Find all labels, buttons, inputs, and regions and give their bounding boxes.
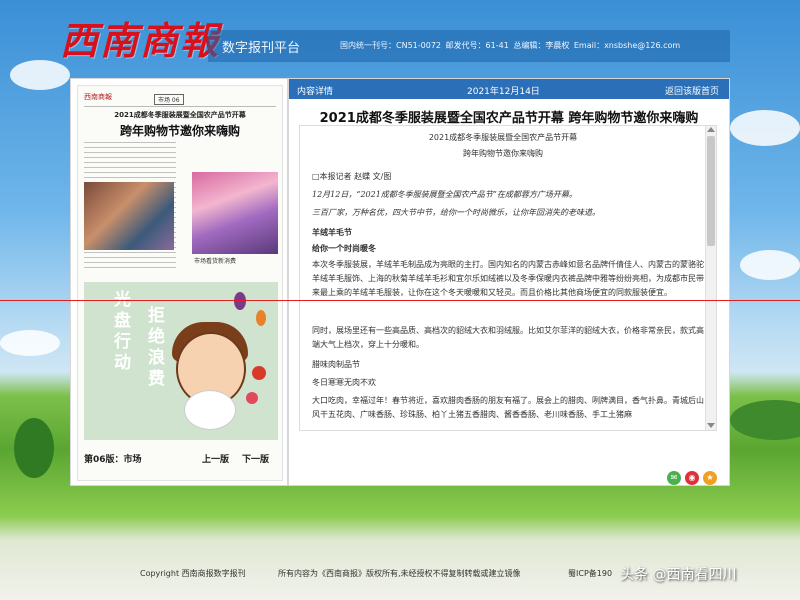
- paper-logo: 西南商報: [84, 93, 112, 101]
- eggplant-icon: [234, 292, 246, 310]
- page-label: 第06版：市场: [84, 455, 142, 465]
- ad-slogan-2: 拒绝浪费: [144, 306, 164, 390]
- weibo-icon[interactable]: ◉: [685, 471, 699, 485]
- article-paragraph: 12月12日，“2021成都冬季服装展暨全国农产品节”在成都蓉方广场开幕。: [312, 190, 577, 199]
- footer-rights: 所有内容为《西南商报》版权所有,未经授权不得复制转载或建立镜像: [278, 569, 521, 578]
- article-paragraph: 三百厂家，万种名优，四大节中节，给你一个时尚微乐，让你年回消失的老味道。: [312, 208, 600, 217]
- plate-icon: [184, 390, 236, 430]
- article-panel: 内容详情 2021年12月14日 返回该版首页 2021成都冬季服装展暨全国农产…: [288, 78, 730, 486]
- paper-section: 市场 06: [154, 94, 184, 105]
- scroll-down-arrow-icon[interactable]: [707, 423, 715, 428]
- paper-masthead: 西南商報 市场 06: [84, 92, 276, 107]
- carrot-icon: [256, 310, 266, 326]
- newspaper-panel: 西南商報 市场 06 2021成都冬季服装展暨全国农产品节开幕 跨年购物节邀你来…: [70, 78, 288, 486]
- tab-content-detail[interactable]: 内容详情: [297, 84, 333, 97]
- scroll-up-arrow-icon[interactable]: [707, 127, 715, 132]
- article-paragraph: 本次冬季服装展，羊绒羊毛制品成为亮眼的主打。国内知名的内蒙古赤峰如意名品牌仟倩佳…: [312, 260, 704, 297]
- back-to-page-link[interactable]: 返回该版首页: [665, 84, 719, 97]
- article-section-heading: 腊味肉制品节: [312, 360, 360, 369]
- article-section-heading: 冬日寒寒无肉不欢: [312, 378, 376, 387]
- paper-photo-market: [84, 182, 174, 250]
- site-logo[interactable]: 西南商報: [60, 10, 220, 65]
- guide-line: [0, 300, 800, 301]
- cloud: [740, 250, 800, 280]
- tree-left: [14, 418, 54, 478]
- prev-page-link[interactable]: 上一版: [202, 452, 229, 465]
- ad-slogan-1: 光盘行动: [110, 290, 130, 374]
- pepper-icon: [246, 392, 258, 404]
- article-subtitle-2: 跨年购物节邀你来嗨购: [463, 149, 543, 158]
- star-icon[interactable]: ★: [703, 471, 717, 485]
- scroll-thumb[interactable]: [707, 136, 715, 246]
- paper-photo-clothing: [192, 172, 278, 254]
- footer-icp[interactable]: 蜀ICP备190: [568, 568, 612, 579]
- cloud: [0, 330, 60, 356]
- hill-right: [730, 400, 800, 440]
- footer-copyright: Copyright 西南商报数字报刊: [140, 569, 246, 578]
- tomato-icon: [252, 366, 266, 380]
- article-title: 2021成都冬季服装展暨全国农产品节开幕 跨年购物节邀你来嗨购: [319, 111, 699, 126]
- paper-headline[interactable]: 跨年购物节邀你来嗨购: [84, 122, 276, 139]
- article-paragraph: 大口吃肉，幸福过年！春节将近，喜欢腊肉香肠的朋友有福了。展会上的腊肉、咧牌满目，…: [312, 396, 704, 419]
- watermark: 头条 @西南看四川: [620, 567, 737, 583]
- article-scrollbar[interactable]: [705, 126, 716, 430]
- newspaper-page-image[interactable]: 西南商報 市场 06 2021成都冬季服装展暨全国农产品节开幕 跨年购物节邀你来…: [77, 85, 283, 481]
- platform-title: 数字报刊平台: [222, 41, 301, 56]
- public-service-ad: 光盘行动 拒绝浪费: [84, 282, 278, 440]
- issue-date: 2021年12月14日: [467, 87, 540, 97]
- article-content[interactable]: 2021成都冬季服装展暨全国农产品节开幕 跨年购物节邀你来嗨购 □本报记者 赵蝶…: [299, 125, 717, 431]
- article-paragraph: 同时，展场里还有一些高品质、高档次的貂绒大衣和羽绒服。比如艾尔菲洋的貂绒大衣，价…: [312, 326, 704, 349]
- cloud: [730, 110, 800, 146]
- paper-subhead[interactable]: 2021成都冬季服装展暨全国农产品节开幕: [84, 110, 276, 120]
- article-byline: □本报记者 赵蝶 文/图: [312, 172, 392, 181]
- article-section-heading: 羊绒羊毛节: [312, 228, 352, 237]
- wechat-icon[interactable]: ✉: [667, 471, 681, 485]
- article-section-heading: 给你一个时尚暖冬: [312, 244, 376, 253]
- publication-meta: 国内统一刊号：CN51-0072 邮发代号：61-41 总编辑：李晨权 Emai…: [340, 41, 681, 50]
- paper-caption: 市场看货新消费: [194, 258, 237, 265]
- article-header-bar: 内容详情 2021年12月14日 返回该版首页: [289, 79, 729, 99]
- next-page-link[interactable]: 下一版: [242, 452, 269, 465]
- article-subtitle-1: 2021成都冬季服装展暨全国农产品节开幕: [428, 133, 578, 142]
